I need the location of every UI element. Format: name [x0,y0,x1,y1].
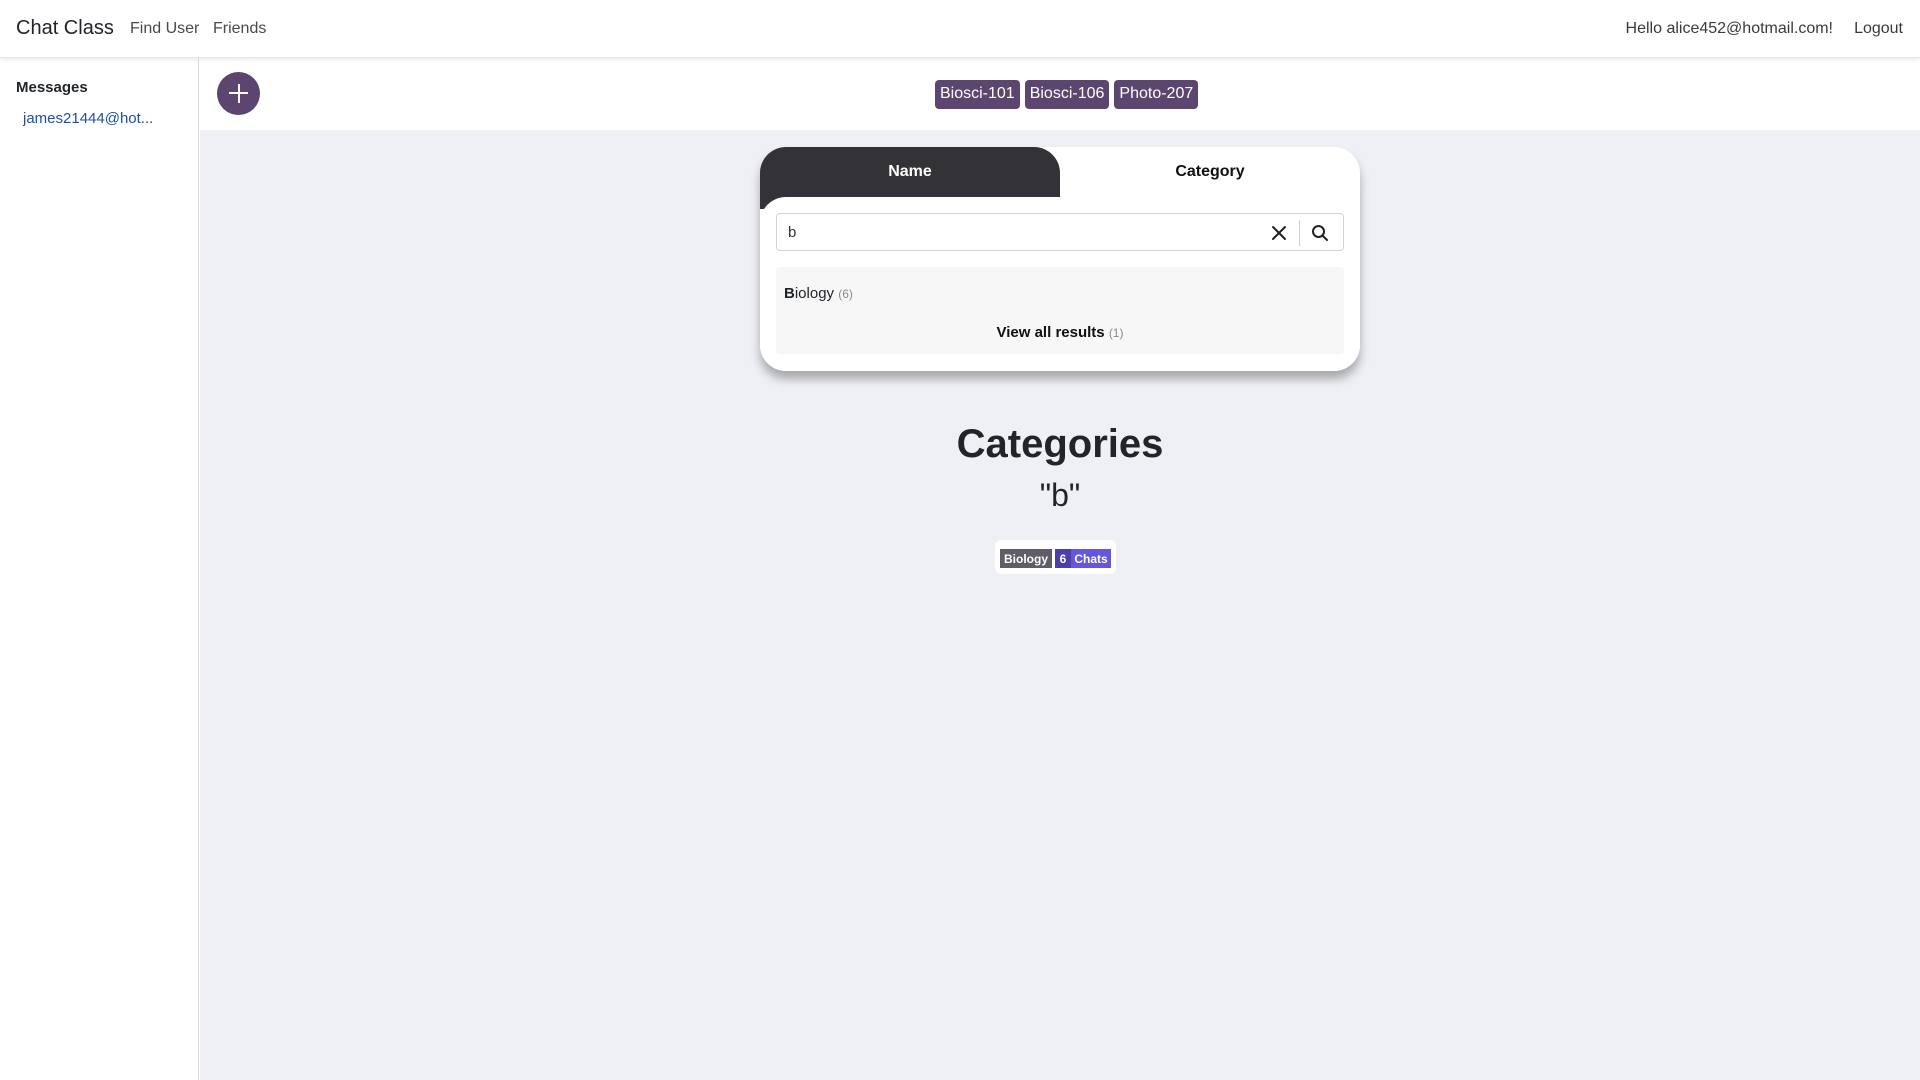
nav-find-user[interactable]: Find User [130,20,199,38]
badge-category: Biology [1000,549,1052,568]
categories-query: "b" [1039,477,1081,513]
badge-count: 6 [1055,549,1071,568]
class-chips: Biosci-101 Biosci-106 Photo-207 [935,80,1199,109]
view-all-label: View all results [996,324,1105,341]
badge-chats-label: Chats [1071,549,1111,568]
result-text: iology [794,285,835,302]
class-topbar: Biosci-101 Biosci-106 Photo-207 [200,58,1920,130]
sidebar-item-conversation[interactable]: james21444@hot... [23,110,173,127]
search-panel: Biology (6) View all results (1) [760,197,1360,371]
messages-sidebar: Messages james21444@hot... [0,58,199,1080]
input-divider [1299,220,1300,246]
search-box [776,213,1344,251]
messages-heading: Messages [16,79,88,96]
category-badge[interactable]: Biology 6 Chats [995,540,1116,574]
class-chip[interactable]: Photo-207 [1114,80,1199,109]
result-highlight: B [784,285,795,302]
result-count: (6) [838,287,853,301]
top-navbar: Chat Class Find User Friends Hello alice… [0,0,1920,58]
categories-title: Categories [956,422,1164,466]
tab-category[interactable]: Category [1060,147,1360,197]
view-all-results[interactable]: View all results (1) [776,324,1344,341]
add-button[interactable] [217,72,260,115]
close-icon[interactable] [1271,225,1287,241]
class-chip[interactable]: Biosci-106 [1024,80,1110,109]
search-card: Name Category b Biology (6) View all res… [760,147,1360,371]
main-content: Biosci-101 Biosci-106 Photo-207 Name Cat… [200,58,1920,1080]
view-all-count: (1) [1108,326,1124,340]
search-icon[interactable] [1311,224,1329,242]
search-input[interactable] [788,224,1248,241]
search-results: Biology (6) View all results (1) [776,267,1344,354]
result-item[interactable]: Biology (6) [784,285,853,302]
brand-link[interactable]: Chat Class [16,17,114,40]
class-chip[interactable]: Biosci-101 [935,80,1020,109]
logout-link[interactable]: Logout [1854,20,1903,38]
nav-friends[interactable]: Friends [213,20,266,38]
greeting-text: Hello alice452@hotmail.com! [1625,20,1833,37]
